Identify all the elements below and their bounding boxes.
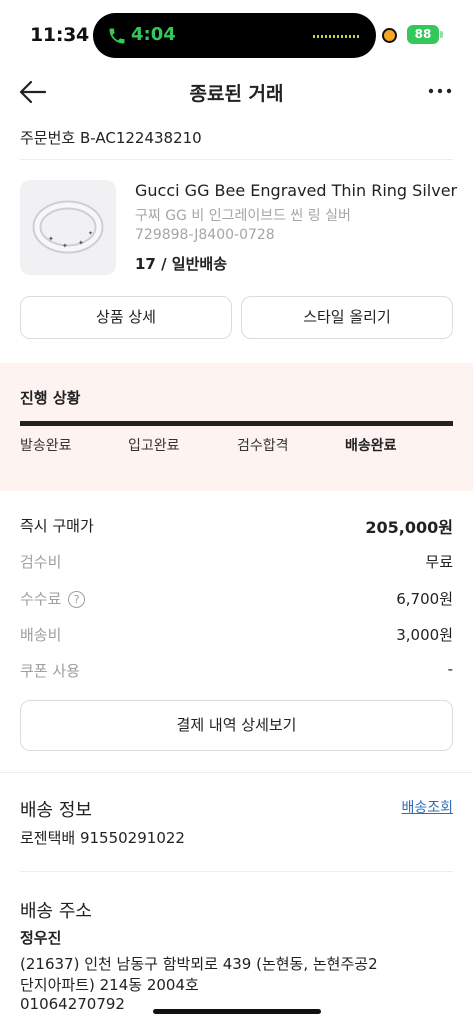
step-delivered: 배송완료 [345,438,397,454]
battery-icon: 88 [407,25,439,44]
progress-title: 진행 상황 [20,389,81,407]
svg-text:✦: ✦ [48,235,54,243]
step-received: 입고완료 [128,438,180,454]
divider [20,159,453,160]
product-name[interactable]: Gucci GG Bee Engraved Thin Ring Silver [135,181,457,200]
help-icon[interactable]: ? [68,591,86,608]
price-label: 즉시 구매가 [20,517,94,535]
more-dots-icon[interactable] [428,88,452,94]
shipping-fee-label: 배송비 [20,626,62,644]
payment-detail-button[interactable]: 결제 내역 상세보기 [20,700,453,751]
section-divider [0,772,473,773]
step-inspected: 검수합격 [237,438,289,454]
address-line-1: (21637) 인천 남동구 함박뫼로 439 (논현동, 논현주공2 [20,955,378,973]
product-name-ko: 구찌 GG 비 인그레이브드 씬 링 실버 [135,208,351,224]
fee-label: 수수료 [20,590,62,608]
battery-cap [440,31,443,38]
status-time: 11:34 [30,24,89,46]
inspection-fee-value: 무료 [425,553,453,571]
audio-wave-icon [313,35,361,38]
dynamic-island[interactable]: 4:04 [93,13,376,58]
courier-tracking-number: 로젠택배 91550291022 [20,829,185,847]
product-code: 729898-J8400-0728 [135,227,275,243]
address-line-2: 단지아파트) 214동 2004호 [20,976,199,994]
recipient-name: 정우진 [20,929,62,947]
price-value: 205,000원 [365,518,453,537]
fee-value: 6,700원 [396,590,453,608]
home-indicator[interactable] [153,1009,321,1014]
product-image[interactable]: ✦ ✦ ✦ ✦ [20,180,116,275]
call-duration: 4:04 [131,24,176,45]
track-delivery-link[interactable]: 배송조회 [401,797,453,817]
fee-label-row: 수수료 ? [20,588,86,609]
product-option: 17 / 일반배송 [135,255,227,273]
step-shipped: 발송완료 [20,438,72,454]
post-style-button[interactable]: 스타일 올리기 [241,296,453,339]
svg-text:✦: ✦ [88,230,93,237]
page-title: 종료된 거래 [189,83,284,105]
inspection-fee-label: 검수비 [20,553,62,571]
progress-bar [20,421,453,426]
status-bar: 11:34 4:04 88 [0,0,473,62]
recipient-phone: 01064270792 [20,995,125,1013]
coupon-value: - [447,660,453,678]
divider [20,871,453,872]
shipping-fee-value: 3,000원 [396,626,453,644]
coupon-label: 쿠폰 사용 [20,662,80,680]
delivery-info-title: 배송 정보 [20,800,92,821]
svg-text:✦: ✦ [78,239,84,247]
phone-call-icon [109,28,125,44]
nav-header: 종료된 거래 [0,70,473,114]
product-detail-button[interactable]: 상품 상세 [20,296,232,339]
order-number: 주문번호 B-AC122438210 [20,129,202,147]
delivery-address-title: 배송 주소 [20,901,92,922]
ring-image: ✦ ✦ ✦ ✦ [32,200,104,254]
progress-section: 진행 상황 발송완료 입고완료 검수합격 배송완료 [0,363,473,491]
svg-text:✦: ✦ [62,242,68,250]
mic-indicator-icon [384,30,395,41]
